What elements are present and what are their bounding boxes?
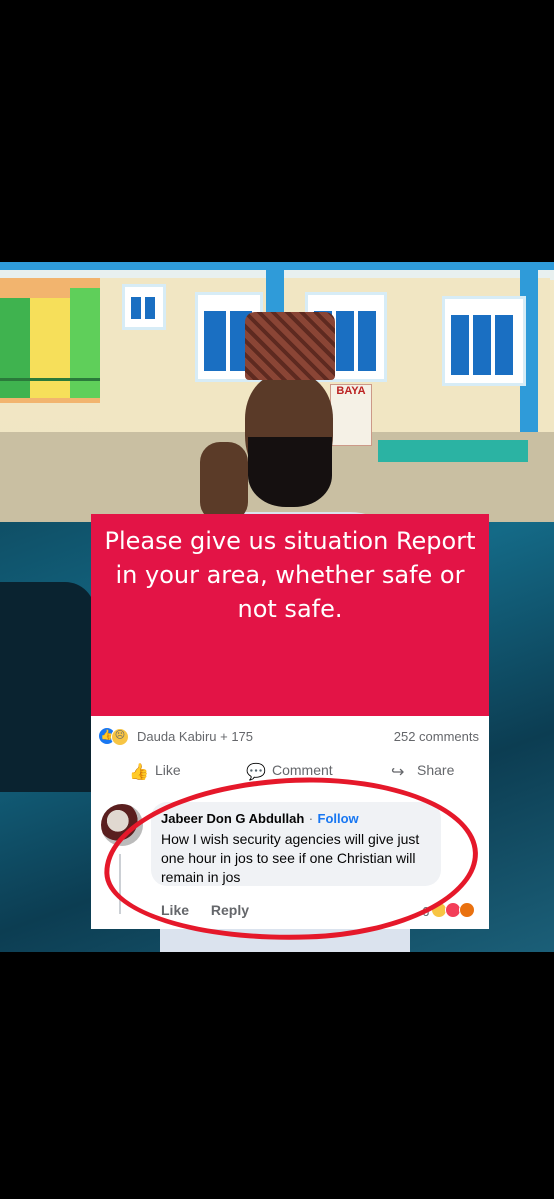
post-banner: Please give us situation Report in your … [91,514,489,716]
comment-like-link[interactable]: Like [161,902,189,918]
car-window [0,582,95,792]
reactors-text[interactable]: Dauda Kabiru + 175 [137,729,253,744]
separator: · [308,811,314,826]
comments-count[interactable]: 252 comments [394,729,479,744]
reaction-summary[interactable]: 👍 ☹ Dauda Kabiru + 175 252 comments [99,724,479,748]
colorful-building [0,278,100,403]
comment-bubble: Jabeer Don G Abdullah · Follow How I wis… [151,802,441,886]
post-actions: 👍 Like 💬 Comment ↪ Share [91,758,489,784]
comment-reply-link[interactable]: Reply [211,902,249,918]
comment: Jabeer Don G Abdullah · Follow How I wis… [101,798,479,919]
window [442,296,526,386]
thread-line [119,854,121,914]
like-button[interactable]: 👍 Like [129,762,181,782]
cap [245,312,335,380]
avatar[interactable] [101,804,143,846]
comment-author[interactable]: Jabeer Don G Abdullah [161,811,304,826]
comment-reactions[interactable]: 6 [422,902,475,919]
reaction-count: 6 [422,904,430,919]
post-card: 👍 ☹ Dauda Kabiru + 175 252 comments 👍 Lik… [91,716,489,929]
banner-text: Please give us situation Report in your … [104,527,476,623]
thumbs-up-icon: 👍 [129,764,149,781]
angry-icon [459,902,475,918]
comment-button[interactable]: 💬 Comment [246,762,333,782]
follow-link[interactable]: Follow [318,811,359,826]
sad-reaction-icon: ☹ [111,728,129,746]
comment-text: How I wish security agencies will give j… [161,831,420,885]
share-icon: ↪ [391,764,405,781]
comment-actions: Like Reply [161,902,267,918]
share-button[interactable]: ↪ Share [391,762,454,782]
comment-icon: 💬 [246,764,266,781]
